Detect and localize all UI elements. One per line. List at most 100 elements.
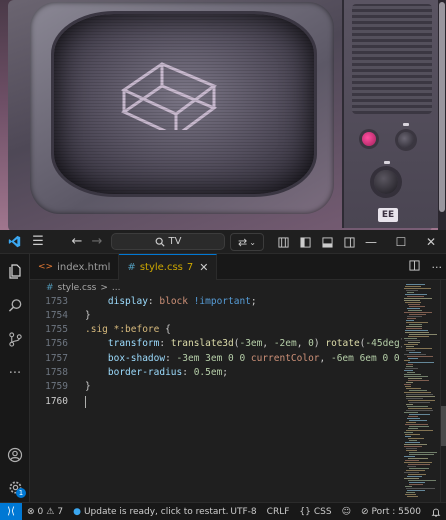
minimap-line: [408, 358, 418, 359]
minimap-line: [408, 400, 435, 401]
minimap-line: [408, 336, 429, 337]
search-icon[interactable]: [0, 290, 30, 320]
code-line[interactable]: 1759}: [30, 380, 402, 394]
minimap-line: [408, 378, 422, 379]
more-actions-icon[interactable]: ···: [432, 261, 443, 274]
minimap-line: [407, 406, 428, 407]
minimap-line: [408, 362, 434, 363]
line-number: 1757: [45, 352, 68, 364]
remote-indicator-icon[interactable]: ⟩⟨: [0, 502, 22, 520]
tab-index-html[interactable]: <> index.html: [30, 254, 120, 280]
tv-control-panel: EE: [342, 0, 438, 228]
live-server-status[interactable]: ⊘ Port : 5500: [356, 503, 426, 520]
minimap-line: [409, 420, 427, 421]
code-editor[interactable]: 1753 display: block !important; 1754} 1755…: [30, 294, 423, 502]
editor-tabs: <> index.html # style.css 7 ✕ ···: [30, 254, 446, 280]
minimap-line: [407, 490, 425, 491]
minimap-line: [404, 478, 419, 479]
minimap-line: [409, 426, 429, 427]
code-text: display: block !important;: [85, 295, 257, 307]
code-line[interactable]: 1760: [30, 394, 402, 409]
language-status[interactable]: {} CSS: [294, 503, 336, 520]
minimap-line: [406, 284, 425, 285]
minimap-line: [404, 392, 431, 393]
vscode-logo-icon: [3, 230, 25, 254]
minimap-line: [404, 344, 418, 345]
minimap-line: [405, 286, 421, 287]
breadcrumb-file[interactable]: style.css: [58, 283, 97, 293]
more-actions-icon[interactable]: ···: [0, 358, 30, 388]
problems-status[interactable]: ⊗ 0 ⚠ 7: [22, 503, 68, 520]
code-line[interactable]: 1758 border-radius: 0.5em;: [30, 366, 402, 380]
minimap-line: [406, 492, 415, 493]
code-line[interactable]: 1754}: [30, 308, 402, 322]
text-cursor: [85, 396, 86, 409]
editor-scrollbar-thumb[interactable]: [441, 406, 446, 446]
menu-icon[interactable]: ☰: [27, 230, 49, 254]
copilot-button[interactable]: ⇄ ⌄: [230, 233, 264, 251]
code-line[interactable]: 1755 .sig *:before {: [30, 323, 402, 337]
tab-style-css[interactable]: # style.css 7 ✕: [119, 254, 218, 280]
code-text: box-shadow: -3em 3em 0 0 currentColor, -…: [85, 352, 423, 364]
minimap[interactable]: [402, 280, 440, 502]
minimap-line: [406, 388, 421, 389]
close-window-icon[interactable]: ✕: [416, 230, 446, 254]
preview-scrollbar[interactable]: [438, 0, 446, 230]
warning-icon: ⚠: [46, 506, 55, 517]
minimap-line: [406, 394, 433, 395]
code-line[interactable]: 1756 transform: translate3d(-3em, -2em, …: [30, 337, 411, 351]
minimap-line: [406, 348, 432, 349]
minimap-line: [404, 384, 411, 385]
code-line[interactable]: 1753 display: block !important;: [30, 294, 402, 308]
minimap-line: [408, 458, 428, 459]
minimap-line: [407, 372, 415, 373]
customize-layout-icon[interactable]: [272, 230, 294, 254]
code-line[interactable]: 1757 box-shadow: -3em 3em 0 0 currentCol…: [30, 351, 422, 365]
power-knob: [362, 132, 376, 146]
minimap-line: [404, 360, 410, 361]
preview-scrollbar-thumb[interactable]: [439, 2, 445, 212]
minimap-line: [405, 340, 420, 341]
copilot-status-icon[interactable]: ☺: [337, 503, 356, 520]
editor-scrollbar[interactable]: [440, 280, 446, 502]
close-tab-icon[interactable]: ✕: [199, 261, 208, 274]
minimap-line: [409, 468, 429, 469]
settings-gear-icon[interactable]: 1: [0, 472, 30, 502]
explorer-icon[interactable]: [0, 256, 30, 286]
command-center-search[interactable]: TV: [111, 233, 225, 250]
minimap-line: [404, 374, 421, 375]
minimap-line: [409, 402, 430, 403]
split-editor-icon[interactable]: [408, 260, 420, 274]
source-control-icon[interactable]: [0, 324, 30, 354]
minimap-line: [408, 416, 418, 417]
breadcrumb-symbol[interactable]: ...: [112, 283, 121, 293]
code-text: transform: translate3d(-3em, -2em, 0) ro…: [85, 338, 411, 350]
minimap-line: [406, 364, 413, 365]
minimap-line: [404, 462, 432, 463]
update-notification[interactable]: ● Update is ready, click to restart.: [68, 503, 233, 520]
encoding-status[interactable]: UTF-8: [225, 503, 261, 520]
toggle-panel-icon[interactable]: [316, 230, 338, 254]
minimap-line: [406, 326, 422, 327]
minimap-line: [404, 312, 432, 313]
no-entry-icon: ⊘: [360, 507, 369, 517]
eol-status[interactable]: CRLF: [262, 503, 295, 520]
minimize-icon[interactable]: —: [356, 230, 386, 254]
minimap-line: [409, 484, 423, 485]
minimap-line: [406, 322, 428, 323]
minimap-line: [408, 464, 430, 465]
minimap-line: [409, 390, 427, 391]
account-icon[interactable]: [0, 440, 30, 470]
back-arrow-icon[interactable]: ←: [66, 230, 88, 254]
minimap-line: [409, 306, 425, 307]
toggle-primary-sidebar-icon[interactable]: [294, 230, 316, 254]
maximize-icon[interactable]: ☐: [386, 230, 416, 254]
minimap-line: [409, 454, 434, 455]
line-number: 1760: [45, 395, 68, 407]
forward-arrow-icon[interactable]: →: [86, 230, 108, 254]
wireframe-box-graphic: [120, 62, 218, 130]
minimap-line: [406, 470, 425, 471]
minimap-line: [406, 404, 413, 405]
notifications-bell-icon[interactable]: [426, 503, 446, 520]
minimap-line: [408, 428, 418, 429]
